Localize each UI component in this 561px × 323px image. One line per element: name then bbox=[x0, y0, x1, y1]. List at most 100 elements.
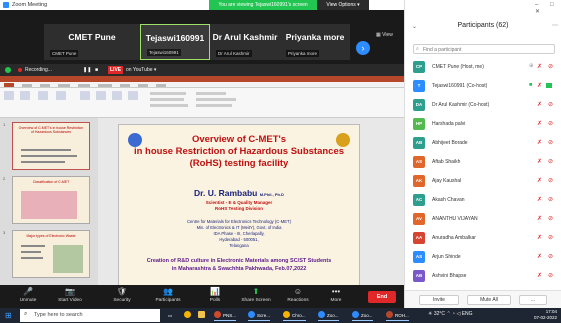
pin-icon[interactable]: ⊕ bbox=[529, 63, 534, 69]
muted-mic-icon[interactable]: ✗ bbox=[537, 139, 542, 146]
ppt-file-tab[interactable] bbox=[4, 83, 14, 87]
more-options-button[interactable]: ... bbox=[519, 295, 547, 305]
volume-icon[interactable]: ◁ bbox=[456, 311, 460, 317]
participant-row[interactable]: AB Abhijeet Borade ✗ ⊘ bbox=[405, 134, 561, 152]
taskbar-search-box[interactable]: ⌕ Type here to search bbox=[20, 309, 160, 322]
muted-mic-icon[interactable]: ✗ bbox=[537, 234, 542, 241]
muted-mic-icon[interactable]: ✗ bbox=[537, 120, 542, 127]
video-tile[interactable]: Dr Arul Kashmir Dr Arul Kashmir bbox=[210, 24, 280, 60]
taskbar-app[interactable]: PNS... bbox=[214, 310, 237, 321]
ribbon-option[interactable] bbox=[196, 98, 236, 101]
video-tile[interactable]: CMET Pune CMET Pune bbox=[44, 24, 140, 60]
video-off-icon[interactable]: ⊘ bbox=[548, 253, 553, 260]
weather-icon[interactable]: ☀ bbox=[428, 311, 432, 317]
mute-all-button[interactable]: Mute All bbox=[467, 295, 511, 305]
slide-thumbnail[interactable]: Major types of Electronic Waste bbox=[12, 230, 90, 278]
video-tile[interactable]: Priyanka more Priyanka more bbox=[280, 24, 350, 60]
ppt-tab[interactable] bbox=[78, 83, 90, 87]
video-off-icon[interactable]: ⊘ bbox=[548, 177, 553, 184]
ppt-tab[interactable] bbox=[138, 83, 148, 87]
video-off-icon[interactable]: ⊘ bbox=[548, 158, 553, 165]
muted-mic-icon[interactable]: ✗ bbox=[537, 215, 542, 222]
participant-row[interactable]: T Tejaswi160991 (Co-host) ■ ✗ bbox=[405, 77, 561, 95]
stop-recording-icon[interactable]: ■ bbox=[95, 67, 98, 73]
participant-search-input[interactable] bbox=[423, 46, 553, 53]
ribbon-option[interactable] bbox=[196, 92, 226, 95]
rehearse-timings-icon[interactable] bbox=[112, 91, 122, 100]
muted-mic-icon[interactable]: ✗ bbox=[537, 272, 542, 279]
gallery-next-arrow-icon[interactable]: › bbox=[356, 41, 370, 55]
network-icon[interactable]: ◔ bbox=[452, 311, 455, 317]
panel-options-icon[interactable]: ⋯ bbox=[552, 22, 558, 29]
security-button[interactable]: 🛡 Security bbox=[102, 287, 142, 303]
muted-mic-icon[interactable]: ✗ bbox=[537, 158, 542, 165]
security-shield-icon[interactable] bbox=[5, 67, 11, 73]
video-off-icon[interactable]: ⊘ bbox=[548, 139, 553, 146]
participant-row[interactable]: AA Anuradha Ambalkar ✗ ⊘ bbox=[405, 229, 561, 247]
video-off-icon[interactable]: ⊘ bbox=[548, 120, 553, 127]
share-screen-button[interactable]: ⬆ Share Screen bbox=[236, 287, 276, 303]
ppt-tab[interactable] bbox=[120, 83, 130, 87]
ppt-tab[interactable] bbox=[22, 83, 32, 87]
muted-mic-icon[interactable]: ✗ bbox=[537, 177, 542, 184]
ppt-tab[interactable] bbox=[40, 83, 50, 87]
tray-chevron-icon[interactable]: ⌃ bbox=[446, 311, 450, 317]
slide-thumbnail[interactable]: Overview of C-MET's in house Restriction… bbox=[12, 122, 90, 170]
video-on-icon[interactable] bbox=[546, 83, 552, 88]
unmute-button[interactable]: 🎤 Unmute bbox=[8, 287, 48, 303]
participant-row[interactable]: AS Aftab Shaikh ✗ ⊘ bbox=[405, 153, 561, 171]
ribbon-option[interactable] bbox=[150, 104, 188, 107]
muted-mic-icon[interactable]: ✗ bbox=[537, 101, 542, 108]
close-icon[interactable]: ✕ bbox=[535, 9, 540, 15]
invite-button[interactable]: Invite bbox=[419, 295, 459, 305]
record-slide-show-icon[interactable] bbox=[128, 91, 138, 100]
muted-mic-icon[interactable]: ✗ bbox=[537, 82, 542, 89]
participant-row[interactable]: AS Arjun Shinde ✗ ⊘ bbox=[405, 248, 561, 266]
task-view-icon[interactable]: ▭ bbox=[168, 310, 172, 321]
participant-row[interactable]: CP CMET Pune (Host, me) ⊕ ✗ ⊘ bbox=[405, 58, 561, 76]
from-current-slide-icon[interactable] bbox=[20, 91, 30, 100]
end-meeting-button[interactable]: End bbox=[368, 291, 396, 303]
pause-recording-icon[interactable]: ❚❚ bbox=[83, 67, 91, 73]
participant-row[interactable]: AB Ashvini Bhapse ✗ ⊘ bbox=[405, 267, 561, 285]
participant-row[interactable]: AK Ajay Kaushal ✗ ⊘ bbox=[405, 172, 561, 190]
taskbar-clock[interactable]: 17:04 07-02-2022 bbox=[517, 309, 557, 321]
participant-row[interactable]: HP Harshada palvi ✗ ⊘ bbox=[405, 115, 561, 133]
ppt-tab[interactable] bbox=[58, 83, 70, 87]
language-indicator[interactable]: ENG bbox=[462, 311, 473, 317]
taskbar-app[interactable]: Chro... bbox=[283, 310, 306, 321]
hide-slide-icon[interactable] bbox=[96, 91, 106, 100]
start-video-button[interactable]: 📷 Start Video bbox=[50, 287, 90, 303]
taskbar-app[interactable]: ROH... bbox=[386, 310, 409, 321]
view-options-button[interactable]: View Options ▾ bbox=[317, 0, 369, 10]
taskbar-app[interactable]: Scre... bbox=[248, 310, 271, 321]
muted-mic-icon[interactable]: ✗ bbox=[537, 253, 542, 260]
participant-row[interactable]: AC Akash Chavan ✗ ⊘ bbox=[405, 191, 561, 209]
video-off-icon[interactable]: ⊘ bbox=[548, 272, 553, 279]
broadcast-icon[interactable] bbox=[38, 91, 48, 100]
from-beginning-icon[interactable] bbox=[4, 91, 14, 100]
custom-show-icon[interactable] bbox=[56, 91, 66, 100]
reactions-button[interactable]: ☺ Reactions bbox=[278, 287, 318, 303]
polls-button[interactable]: 📊 Polls bbox=[195, 287, 235, 303]
file-explorer-icon[interactable] bbox=[198, 310, 207, 321]
windows-start-icon[interactable]: ⊞ bbox=[5, 311, 12, 320]
video-off-icon[interactable]: ⊘ bbox=[548, 101, 553, 108]
setup-show-icon[interactable] bbox=[80, 91, 90, 100]
minimize-icon[interactable]: – bbox=[535, 2, 538, 8]
muted-mic-icon[interactable]: ✗ bbox=[537, 63, 542, 70]
participants-button[interactable]: 👥 Participants bbox=[148, 287, 188, 303]
ribbon-option[interactable] bbox=[150, 92, 186, 95]
video-off-icon[interactable]: ⊘ bbox=[548, 63, 553, 70]
chrome-icon[interactable] bbox=[184, 310, 193, 321]
ppt-tab[interactable] bbox=[98, 83, 112, 87]
view-layout-button[interactable]: ▦ View bbox=[376, 32, 393, 38]
ppt-tab[interactable] bbox=[156, 83, 166, 87]
video-tile-active-speaker[interactable]: Tejaswi160991 Tejaswi160991 bbox=[140, 24, 210, 60]
video-off-icon[interactable]: ⊘ bbox=[548, 215, 553, 222]
participant-row[interactable]: DA Dr Arul Kashmir (Co-host) ✗ ⊘ bbox=[405, 96, 561, 114]
slide-thumbnail[interactable]: Classification of C-MET bbox=[12, 176, 90, 224]
video-off-icon[interactable]: ⊘ bbox=[548, 234, 553, 241]
ribbon-option[interactable] bbox=[150, 98, 184, 101]
more-button[interactable]: ••• More bbox=[316, 287, 356, 303]
